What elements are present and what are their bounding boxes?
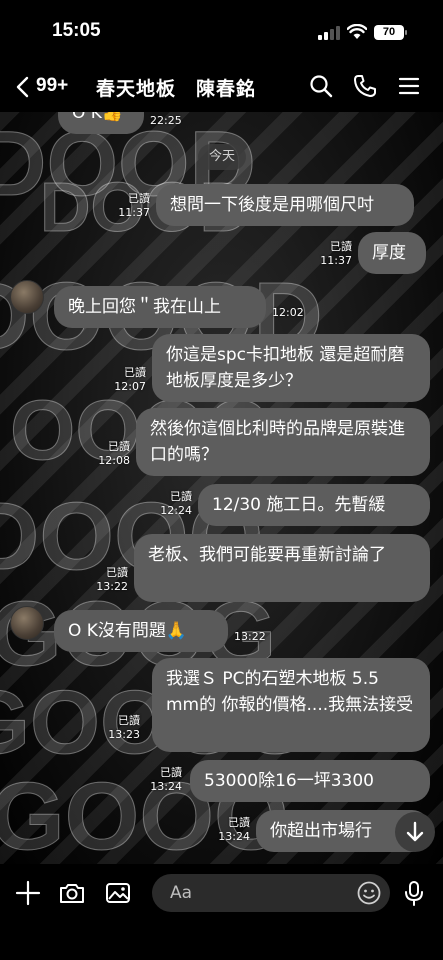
microphone-icon[interactable] [400, 879, 428, 907]
wifi-icon [347, 24, 367, 39]
date-separator: 今天 [198, 144, 246, 170]
outgoing-message[interactable]: 想問一下後度是用哪個尺吋 [156, 184, 414, 226]
message-meta: 已讀 12:08 [88, 440, 130, 468]
message-time: 11:37 [118, 206, 150, 219]
read-receipt: 已讀 [124, 366, 146, 379]
read-receipt: 已讀 [330, 240, 352, 253]
message-time: 13:22 [96, 580, 128, 593]
image-icon[interactable] [104, 879, 132, 907]
message-time: 13:24 [218, 830, 250, 843]
battery-indicator: 70 [374, 25, 404, 40]
emoji-icon[interactable] [356, 880, 382, 906]
plus-icon[interactable] [14, 879, 42, 907]
cellular-signal-icon [318, 26, 342, 40]
incoming-message[interactable]: 晚上回您＂我在山上 [54, 286, 266, 328]
outgoing-message[interactable]: 53000除16一坪3300 [190, 760, 430, 802]
status-bar: 15:05 70 [0, 0, 443, 62]
outgoing-message[interactable]: 厚度 [358, 232, 426, 274]
read-receipt: 已讀 [128, 192, 150, 205]
arrow-down-icon [406, 821, 424, 842]
read-receipt: 已讀 [160, 766, 182, 779]
contact-avatar[interactable] [10, 280, 44, 314]
outgoing-message[interactable]: 我選Ｓ PC的石塑木地板 5.5 mm的 你報的價格....我無法接受 [152, 658, 430, 752]
message-meta: 已讀 11:37 [310, 240, 352, 268]
outgoing-message[interactable]: 老板、我們可能要再重新討論了 [134, 534, 430, 602]
message-meta: 已讀 13:22 [86, 566, 128, 594]
scroll-to-bottom-button[interactable] [395, 812, 435, 852]
message-time: 12:08 [98, 454, 130, 467]
status-time: 15:05 [52, 20, 101, 41]
message-meta: 已讀 13:24 [208, 816, 250, 844]
message-meta: 已讀 13:24 [140, 766, 182, 794]
message-meta: 已讀 13:23 [98, 714, 140, 742]
message-input[interactable] [152, 874, 390, 912]
camera-icon[interactable] [58, 879, 86, 907]
contact-avatar[interactable] [10, 606, 44, 640]
message-time: 12:07 [114, 380, 146, 393]
unread-count[interactable]: 99+ [36, 75, 68, 97]
message-meta: 已讀 12:07 [104, 366, 146, 394]
message-time: 22:25 [150, 114, 182, 127]
battery-tip [405, 30, 407, 35]
search-icon[interactable] [308, 73, 334, 99]
read-receipt: 已讀 [118, 714, 140, 727]
chat-header: 99+ 春天地板 陳春銘 [0, 62, 443, 112]
outgoing-message[interactable]: 你這是spc卡扣地板 還是超耐磨地板厚度是多少？ [152, 334, 430, 402]
message-time: 11:37 [320, 254, 352, 267]
message-time: 12:02 [272, 306, 304, 319]
chat-title[interactable]: 春天地板 陳春銘 [96, 74, 256, 101]
read-receipt: 已讀 [106, 566, 128, 579]
outgoing-message[interactable]: 然後你這個比利時的品牌是原裝進口的嗎？ [136, 408, 430, 476]
chevron-left-icon[interactable] [14, 76, 32, 98]
read-receipt: 已讀 [228, 816, 250, 829]
incoming-message[interactable]: O K沒有問題🙏 [54, 610, 228, 652]
message-time: 12:24 [160, 504, 192, 517]
message-meta: 已讀 12:24 [150, 490, 192, 518]
phone-icon[interactable] [352, 73, 378, 99]
message-meta: 已讀 11:37 [108, 192, 150, 220]
read-receipt: 已讀 [108, 440, 130, 453]
message-time: 13:22 [234, 630, 266, 643]
message-time: 13:24 [150, 780, 182, 793]
incoming-message[interactable]: O K👍 [58, 112, 144, 134]
read-receipt: 已讀 [170, 490, 192, 503]
hamburger-menu-icon[interactable] [396, 73, 422, 99]
message-time: 13:23 [108, 728, 140, 741]
chat-message-area[interactable]: DOOD DOOD DOOOD OOOO DOOO GOOG GOOOG GOO… [0, 112, 443, 864]
outgoing-message[interactable]: 12/30 施工日。先暫緩 [198, 484, 430, 526]
